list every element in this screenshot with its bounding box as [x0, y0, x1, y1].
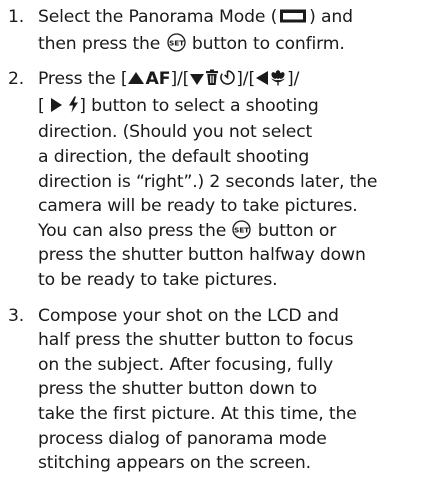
- text-line: press the shutter button halfway down: [38, 245, 366, 266]
- step-3: 3. Compose your shot on the LCD and half…: [8, 304, 426, 476]
- text-line: You can also press the SET button or: [38, 219, 426, 244]
- text-line: Press the [AF]/[]/[]/: [38, 67, 426, 94]
- step-number: 1.: [8, 7, 25, 27]
- text-line: direction. (Should you not select: [38, 122, 313, 143]
- instruction-list: 1. Select the Panorama Mode ( ) and then …: [8, 5, 426, 476]
- text-line: direction is “right”.) 2 seconds later, …: [38, 171, 378, 192]
- text-fragment: button to confirm.: [191, 33, 345, 54]
- flash-icon: [68, 96, 79, 121]
- panorama-mode-icon: [279, 7, 307, 32]
- step-1: 1. Select the Panorama Mode ( ) and then …: [8, 5, 426, 56]
- trash-icon: [205, 69, 219, 94]
- text-line: process dialog of panorama mode: [38, 428, 327, 449]
- text-fragment: ]/[: [236, 69, 256, 90]
- text-fragment: Select the Panorama Mode (: [38, 7, 278, 27]
- step-number: 3.: [8, 305, 25, 326]
- text-line: Select the Panorama Mode ( ) and: [38, 5, 426, 32]
- step-text: Press the [AF]/[]/[]/ [ ] button to sele…: [38, 67, 426, 292]
- text-fragment: ) and: [309, 7, 353, 27]
- text-line: take the first picture. At this time, th…: [38, 403, 357, 424]
- text-line: then press the SET button to confirm.: [38, 32, 426, 57]
- text-fragment: ]/: [287, 69, 300, 90]
- down-arrow-icon: [189, 69, 205, 94]
- text-line: Compose your shot on the LCD and: [38, 305, 339, 326]
- text-fragment: [: [38, 95, 45, 116]
- macro-flower-icon: [269, 69, 287, 94]
- text-line: stitching appears on the screen.: [38, 453, 311, 474]
- text-line: half press the shutter button to focus: [38, 330, 354, 351]
- step-2: 2. Press the [AF]/[]/[]/ [ ] button to s…: [8, 67, 426, 292]
- left-arrow-icon: [255, 69, 269, 94]
- text-line: on the subject. After focusing, fully: [38, 354, 333, 375]
- text-fragment: ] button to select a shooting: [79, 95, 319, 116]
- text-fragment: then press the: [38, 33, 161, 54]
- up-arrow-icon: [127, 69, 145, 94]
- step-number: 2.: [8, 69, 25, 90]
- text-line: [ ] button to select a shooting: [38, 94, 426, 121]
- text-fragment: button or: [257, 220, 337, 241]
- step-text: Compose your shot on the LCD and half pr…: [38, 304, 426, 476]
- set-button-label: SET: [234, 225, 249, 234]
- text-fragment: Press the [: [38, 69, 128, 90]
- set-button-label: SET: [169, 38, 184, 47]
- text-line: camera will be ready to take pictures.: [38, 196, 358, 217]
- text-line: to be ready to take pictures.: [38, 269, 278, 290]
- right-arrow-icon: [50, 96, 63, 121]
- text-fragment: You can also press the: [38, 220, 227, 241]
- af-label: AF: [145, 69, 171, 90]
- text-fragment: ]/[: [170, 69, 190, 90]
- text-line: a direction, the default shooting: [38, 146, 310, 167]
- step-text: Select the Panorama Mode ( ) and then pre…: [38, 5, 426, 56]
- set-button-icon: SET: [232, 220, 252, 239]
- set-button-icon: SET: [166, 32, 186, 52]
- self-timer-icon: [219, 69, 236, 94]
- text-line: press the shutter button down to: [38, 379, 317, 400]
